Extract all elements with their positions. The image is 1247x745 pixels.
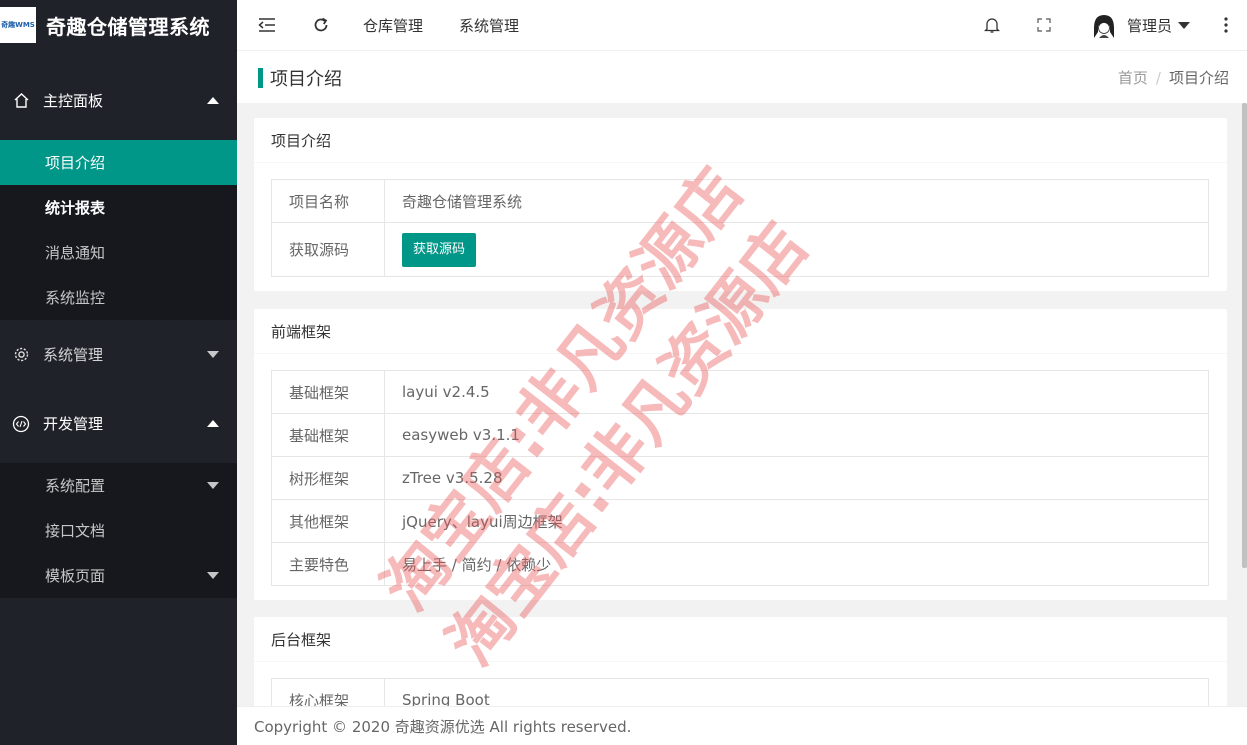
sidebar-group-label: 系统管理 bbox=[43, 346, 104, 364]
nav-system[interactable]: 系统管理 bbox=[459, 0, 519, 50]
sidebar-item-system-config[interactable]: 系统配置 bbox=[0, 463, 237, 508]
sidebar-item-api-docs[interactable]: 接口文档 bbox=[0, 508, 237, 553]
avatar bbox=[1089, 10, 1119, 40]
main-content[interactable]: 项目介绍 项目名称 奇趣仓储管理系统 获取源码 获取源码 前端框架 基础框架 l… bbox=[237, 103, 1237, 706]
fullscreen-button[interactable] bbox=[1034, 0, 1054, 50]
table-value: 奇趣仓储管理系统 bbox=[384, 179, 1209, 223]
table-value: 获取源码 bbox=[384, 222, 1209, 277]
sidebar-group-label: 开发管理 bbox=[43, 415, 104, 433]
sidebar-item-label: 系统配置 bbox=[45, 477, 106, 495]
card-title: 前端框架 bbox=[254, 309, 1227, 354]
bell-icon bbox=[984, 18, 1000, 33]
table-value: zTree v3.5.28 bbox=[384, 456, 1209, 500]
table-row: 获取源码 获取源码 bbox=[271, 222, 1209, 277]
page-title: 项目介绍 bbox=[270, 69, 342, 90]
breadcrumb-separator: / bbox=[1155, 69, 1161, 87]
gear-icon bbox=[12, 346, 30, 364]
notification-button[interactable] bbox=[982, 0, 1002, 50]
title-accent-bar bbox=[258, 68, 263, 88]
table-row: 基础框架 layui v2.4.5 bbox=[271, 370, 1209, 414]
caret-up-icon bbox=[207, 420, 219, 427]
breadcrumb: 首页 / 项目介绍 bbox=[1118, 67, 1229, 88]
code-icon bbox=[12, 415, 30, 433]
collapse-sidebar-button[interactable] bbox=[255, 0, 279, 50]
breadcrumb-current: 项目介绍 bbox=[1168, 69, 1229, 87]
caret-up-icon bbox=[207, 97, 219, 104]
sidebar-group-dev[interactable]: 开发管理 bbox=[0, 401, 237, 446]
table-key: 基础框架 bbox=[271, 413, 385, 457]
submenu-dev: 系统配置 接口文档 模板页面 bbox=[0, 463, 237, 598]
collapse-sidebar-icon bbox=[258, 18, 275, 32]
table-key: 其他框架 bbox=[271, 499, 385, 543]
table-row: 树形框架 zTree v3.5.28 bbox=[271, 456, 1209, 500]
caret-down-icon bbox=[207, 351, 219, 358]
sidebar-group-dashboard[interactable]: 主控面板 bbox=[0, 78, 237, 123]
sidebar-item-system-monitor[interactable]: 系统监控 bbox=[0, 275, 237, 320]
home-icon bbox=[12, 92, 30, 110]
caret-down-icon bbox=[207, 482, 219, 489]
app-title: 奇趣仓储管理系统 bbox=[46, 14, 210, 39]
top-header: 仓库管理 系统管理 管理员 bbox=[237, 0, 1247, 51]
table-row: 主要特色 易上手 / 简约 / 依赖少 bbox=[271, 542, 1209, 586]
table-key: 获取源码 bbox=[271, 222, 385, 277]
refresh-icon bbox=[314, 17, 328, 32]
refresh-button[interactable] bbox=[309, 0, 333, 50]
sidebar: 奇趣WMS 奇趣仓储管理系统 主控面板 项目介绍 统计报表 消息通知 系统监控 … bbox=[0, 0, 237, 745]
table-value: 易上手 / 简约 / 依赖少 bbox=[384, 542, 1209, 586]
sidebar-group-system[interactable]: 系统管理 bbox=[0, 332, 237, 377]
table-value: layui v2.4.5 bbox=[384, 370, 1209, 414]
fullscreen-icon bbox=[1037, 18, 1051, 32]
info-table: 核心框架 Spring Boot bbox=[271, 678, 1209, 706]
table-key: 基础框架 bbox=[271, 370, 385, 414]
footer-copyright: Copyright © 2020 奇趣资源优选 All rights reser… bbox=[237, 706, 1247, 745]
card-frontend: 前端框架 基础框架 layui v2.4.5 基础框架 easyweb v3.1… bbox=[254, 309, 1227, 600]
more-vertical-icon bbox=[1224, 17, 1228, 33]
table-key: 核心框架 bbox=[271, 678, 385, 706]
info-table: 项目名称 奇趣仓储管理系统 获取源码 获取源码 bbox=[271, 179, 1209, 277]
sidebar-group-label: 主控面板 bbox=[43, 92, 104, 110]
table-value: easyweb v3.1.1 bbox=[384, 413, 1209, 457]
more-button[interactable] bbox=[1221, 0, 1231, 50]
card-backend: 后台框架 核心框架 Spring Boot bbox=[254, 617, 1227, 706]
caret-down-icon bbox=[207, 572, 219, 579]
nav-warehouse[interactable]: 仓库管理 bbox=[363, 0, 423, 50]
table-row: 项目名称 奇趣仓储管理系统 bbox=[271, 179, 1209, 223]
info-table: 基础框架 layui v2.4.5 基础框架 easyweb v3.1.1 树形… bbox=[271, 370, 1209, 586]
chevron-down-icon bbox=[1178, 21, 1191, 29]
logo-image: 奇趣WMS bbox=[0, 7, 36, 43]
card-title: 后台框架 bbox=[254, 617, 1227, 662]
table-row: 基础框架 easyweb v3.1.1 bbox=[271, 413, 1209, 457]
card-project-intro: 项目介绍 项目名称 奇趣仓储管理系统 获取源码 获取源码 bbox=[254, 118, 1227, 291]
logo-area[interactable]: 奇趣WMS 奇趣仓储管理系统 bbox=[0, 0, 237, 50]
breadcrumb-home[interactable]: 首页 bbox=[1118, 69, 1148, 87]
table-value: Spring Boot bbox=[384, 678, 1209, 706]
user-name: 管理员 bbox=[1127, 16, 1173, 35]
user-menu[interactable]: 管理员 bbox=[1089, 0, 1191, 50]
table-key: 主要特色 bbox=[271, 542, 385, 586]
sidebar-item-label: 模板页面 bbox=[45, 567, 106, 585]
page-title-bar: 项目介绍 首页 / 项目介绍 bbox=[237, 51, 1247, 103]
table-value: jQuery、layui周边框架 bbox=[384, 499, 1209, 543]
get-source-button[interactable]: 获取源码 bbox=[402, 232, 477, 267]
sidebar-item-notifications[interactable]: 消息通知 bbox=[0, 230, 237, 275]
table-key: 树形框架 bbox=[271, 456, 385, 500]
table-row: 核心框架 Spring Boot bbox=[271, 678, 1209, 706]
sidebar-item-project-intro[interactable]: 项目介绍 bbox=[0, 140, 237, 185]
sidebar-item-template-pages[interactable]: 模板页面 bbox=[0, 553, 237, 598]
table-key: 项目名称 bbox=[271, 179, 385, 223]
submenu-dashboard: 项目介绍 统计报表 消息通知 系统监控 bbox=[0, 140, 237, 320]
table-row: 其他框架 jQuery、layui周边框架 bbox=[271, 499, 1209, 543]
card-title: 项目介绍 bbox=[254, 118, 1227, 163]
scrollbar-thumb[interactable] bbox=[1242, 103, 1247, 568]
sidebar-item-stats-report[interactable]: 统计报表 bbox=[0, 185, 237, 230]
